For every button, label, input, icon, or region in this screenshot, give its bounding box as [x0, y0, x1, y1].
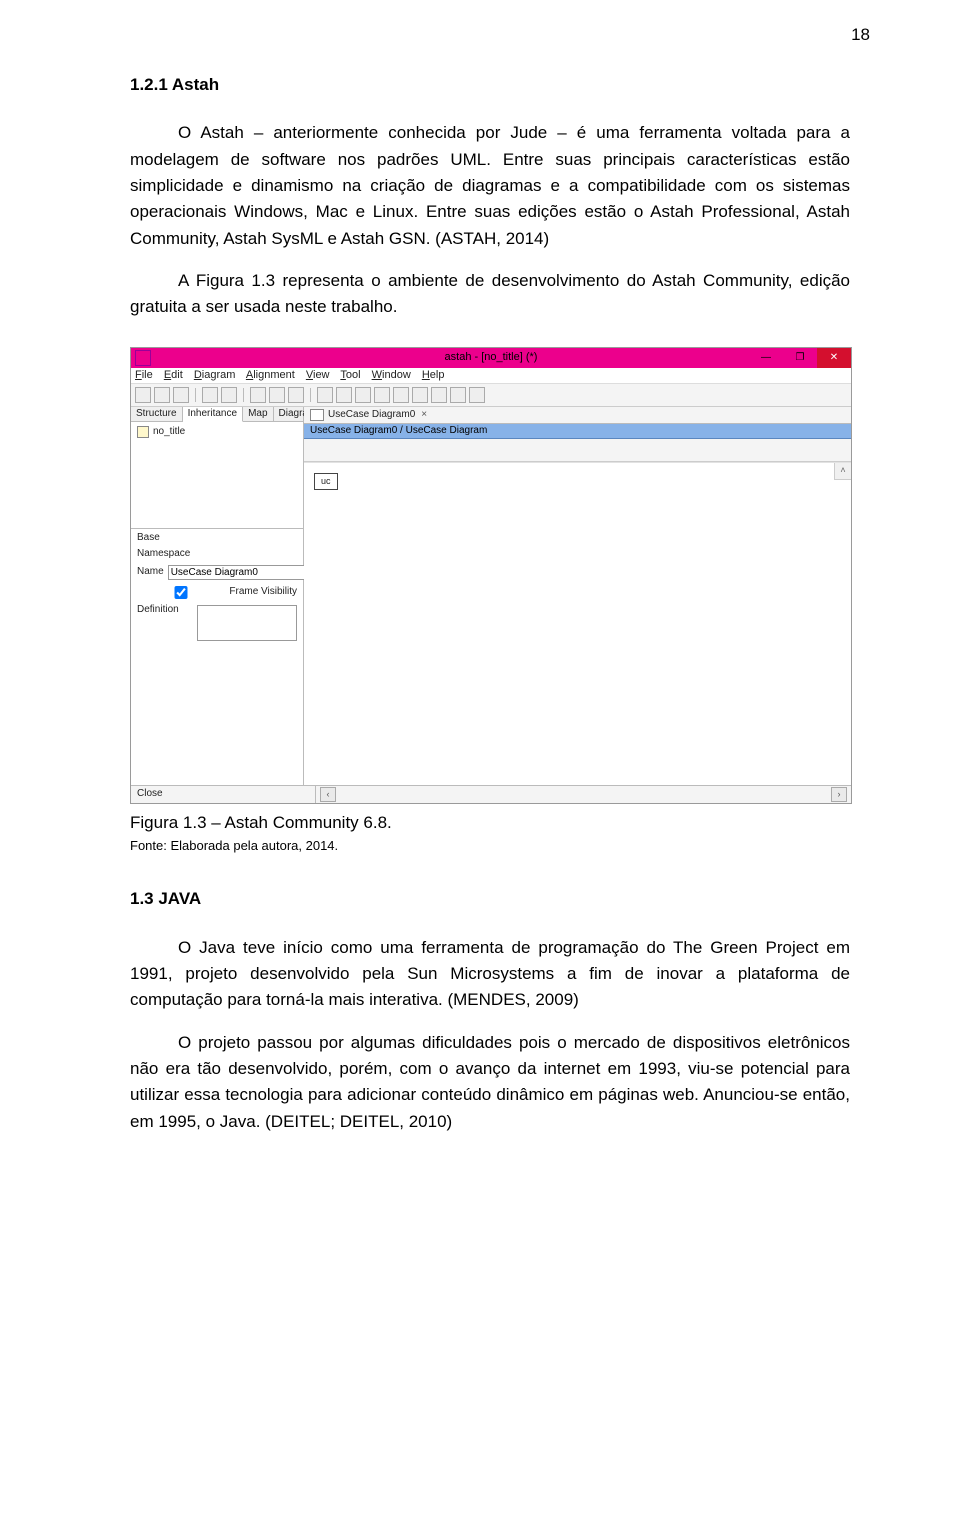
separator: [310, 388, 311, 402]
page-number: 18: [851, 22, 870, 48]
menu-bar: FFileile Edit Diagram Alignment View Too…: [131, 368, 851, 384]
document-tab[interactable]: UseCase Diagram0 ×: [304, 407, 851, 424]
minimize-button[interactable]: —: [749, 348, 783, 368]
astah-window: astah - [no_title] (*) — ❐ ✕ FFileile Ed…: [130, 347, 852, 804]
folder-icon: [137, 426, 149, 438]
tab-inheritance[interactable]: Inheritance: [183, 407, 243, 422]
paragraph: O Java teve início como uma ferramenta d…: [130, 935, 850, 1014]
paragraph: O projeto passou por algumas dificuldade…: [130, 1030, 850, 1135]
separator: [195, 388, 196, 402]
property-panel: Base Namespace Name Frame Visibility Def…: [131, 529, 303, 785]
tab-structure[interactable]: Structure: [131, 407, 183, 421]
tree-node-label: no_title: [153, 427, 185, 437]
usecase-frame-label[interactable]: uc: [314, 473, 338, 490]
separator: [243, 388, 244, 402]
toolbar-icon[interactable]: [221, 387, 237, 403]
zoom-in-icon[interactable]: [269, 387, 285, 403]
zoom-out-icon[interactable]: [250, 387, 266, 403]
toolbar-icon[interactable]: [154, 387, 170, 403]
scroll-right-button[interactable]: ›: [831, 787, 847, 802]
main-toolbar: [131, 384, 851, 407]
menu-diagram[interactable]: Diagram: [194, 369, 236, 381]
menu-tool[interactable]: Tool: [340, 369, 360, 381]
prop-name-label: Name: [137, 567, 164, 577]
toolbar-icon[interactable]: [202, 387, 218, 403]
figure-source: Fonte: Elaborada pela autora, 2014.: [130, 836, 850, 856]
breadcrumb: UseCase Diagram0 / UseCase Diagram: [304, 424, 851, 439]
prop-base-label: Base: [137, 533, 193, 543]
status-close[interactable]: Close: [131, 786, 316, 803]
diagram-icon: [310, 409, 324, 421]
paragraph: O Astah – anteriormente conhecida por Ju…: [130, 120, 850, 252]
figure-caption: Figura 1.3 – Astah Community 6.8.: [130, 810, 850, 836]
project-tree[interactable]: no_title: [131, 422, 303, 529]
toolbar-icon[interactable]: [469, 387, 485, 403]
toolbar-icon[interactable]: [450, 387, 466, 403]
app-icon: [135, 350, 151, 366]
document-tab-label: UseCase Diagram0: [328, 410, 415, 420]
close-button[interactable]: ✕: [817, 348, 851, 368]
toolbar-icon[interactable]: [336, 387, 352, 403]
paragraph: A Figura 1.3 representa o ambiente de de…: [130, 268, 850, 321]
status-bar: Close ‹ ›: [131, 785, 851, 803]
menu-file[interactable]: FFileile: [135, 369, 153, 381]
toolbar-icon[interactable]: [431, 387, 447, 403]
prop-frame-label: Frame Visibility: [229, 587, 297, 597]
menu-view[interactable]: View: [306, 369, 330, 381]
prop-namespace-label: Namespace: [137, 549, 193, 559]
prop-definition-label: Definition: [137, 605, 193, 615]
tab-map[interactable]: Map: [243, 407, 273, 421]
horizontal-scrollbar[interactable]: ‹ ›: [316, 786, 851, 803]
left-panel: Structure Inheritance Map Diagram no_tit…: [131, 407, 304, 785]
scroll-up-button[interactable]: ˄: [834, 463, 851, 480]
diagram-toolbar: [304, 439, 851, 462]
toolbar-icon[interactable]: [317, 387, 333, 403]
toolbar-icon[interactable]: [374, 387, 390, 403]
zoom-fit-icon[interactable]: [288, 387, 304, 403]
close-tab-icon[interactable]: ×: [421, 410, 427, 420]
diagram-canvas[interactable]: uc ˄: [304, 462, 851, 785]
menu-help[interactable]: Help: [422, 369, 445, 381]
scroll-left-button[interactable]: ‹: [320, 787, 336, 802]
frame-visibility-checkbox[interactable]: [137, 586, 225, 599]
editor-area: UseCase Diagram0 × UseCase Diagram0 / Us…: [304, 407, 851, 785]
section-heading-astah: 1.2.1 Astah: [130, 72, 850, 98]
window-title: astah - [no_title] (*): [445, 352, 538, 363]
toolbar-icon[interactable]: [173, 387, 189, 403]
menu-alignment[interactable]: Alignment: [246, 369, 295, 381]
section-heading-java: 1.3 JAVA: [130, 886, 850, 912]
astah-titlebar: astah - [no_title] (*) — ❐ ✕: [131, 348, 851, 368]
left-tabs: Structure Inheritance Map Diagram: [131, 407, 303, 422]
prop-name-input[interactable]: [168, 565, 306, 580]
toolbar-icon[interactable]: [135, 387, 151, 403]
menu-edit[interactable]: Edit: [164, 369, 183, 381]
toolbar-icon[interactable]: [393, 387, 409, 403]
definition-textarea[interactable]: [197, 605, 297, 641]
menu-window[interactable]: Window: [372, 369, 411, 381]
toolbar-icon[interactable]: [355, 387, 371, 403]
figure-astah-screenshot: astah - [no_title] (*) — ❐ ✕ FFileile Ed…: [130, 347, 850, 804]
toolbar-icon[interactable]: [412, 387, 428, 403]
maximize-button[interactable]: ❐: [783, 348, 817, 368]
